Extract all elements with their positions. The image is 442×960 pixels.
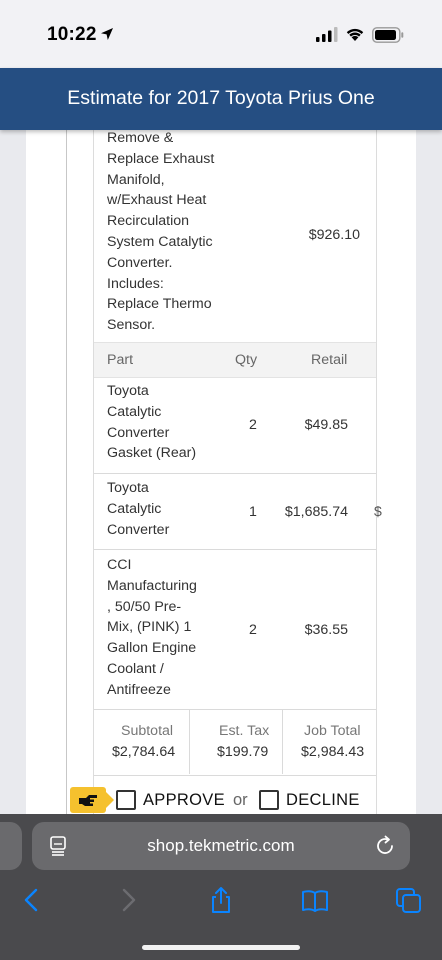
subtotal-label: Subtotal [121,723,174,739]
part-name: CCI [107,557,132,573]
part-retail: $1,685.74 [284,504,348,520]
share-icon[interactable] [207,886,235,914]
totals-divider [282,710,283,774]
divider [66,130,67,814]
labor-line: Converter. [107,254,173,271]
table-row: CCI Manufacturing , 50/50 Pre- Mix, (PIN… [107,555,219,701]
part-name: Catalytic [107,403,162,420]
estimate-content[interactable]: Remove & Replace Exhaust Manifold, w/Exh… [0,130,442,814]
part-name: Mix, (PINK) 1 [107,619,192,636]
part-name: Gasket (Rear) [107,445,197,462]
or-label: or [233,791,248,809]
labor-line: w/Exhaust Heat [107,192,207,209]
tabs-icon[interactable] [395,886,423,914]
labor-line: Recirculation [107,213,190,230]
header-part: Part [107,352,134,368]
part-name: Coolant / [107,660,164,677]
part-retail: $49.85 [304,417,348,433]
table-row: Toyota Catalytic Converter [107,478,219,540]
status-time: 10:22 [47,24,97,45]
previous-tab-preview[interactable] [0,822,22,870]
status-bar: 10:22 [0,0,442,68]
part-name: Toyota [107,480,149,496]
reload-icon[interactable] [374,835,396,857]
back-icon[interactable] [18,886,46,914]
part-name: Gallon Engine [107,640,197,657]
part-name: Catalytic [107,500,162,517]
header-qty: Qty [235,352,258,368]
labor-line: Replace Exhaust [107,150,215,167]
labor-line: Includes: [107,275,164,292]
part-name: Converter [107,521,170,538]
approve-checkbox[interactable] [116,790,136,810]
labor-line: Remove & [107,130,174,146]
labor-price: $926.10 [308,227,360,243]
labor-line: Replace Thermo [107,296,212,313]
header-retail: Retail [311,352,348,368]
tax-label: Est. Tax [219,723,270,739]
part-name: Manufacturing [107,577,197,594]
part-name: , 50/50 Pre- [107,598,182,615]
forward-icon[interactable] [114,886,142,914]
table-row: Toyota Catalytic Converter Gasket (Rear) [107,381,219,464]
pointing-hand-icon [79,795,97,806]
app-header: Estimate for 2017 Toyota Prius One [0,68,442,130]
row-divider [94,473,376,474]
part-name: Converter [107,424,170,441]
row-divider [94,549,376,550]
part-qty: 2 [249,622,257,638]
parts-table-header: Part Qty Retail [94,342,376,378]
approve-label[interactable]: APPROVE [143,791,225,810]
labor-line: Sensor. [107,317,156,334]
part-name: Toyota [107,383,149,399]
page-title: Estimate for 2017 Toyota Prius One [67,87,375,109]
url-text[interactable]: shop.tekmetric.com [32,836,410,856]
part-qty: 1 [249,504,257,520]
action-indicator [70,787,114,813]
battery-icon [372,27,404,43]
bookmarks-icon[interactable] [301,886,329,914]
tax-value: $199.79 [217,744,269,760]
totals-divider [189,710,190,774]
labor-line: System Catalytic [107,233,213,250]
wifi-icon [346,28,364,41]
address-bar[interactable]: shop.tekmetric.com [32,822,410,870]
job-total-value: $2,984.43 [301,744,365,760]
row-divider [94,709,376,710]
approval-row: APPROVE or DECLINE [0,775,442,814]
clipped-total: $ [374,503,382,519]
decline-label[interactable]: DECLINE [286,791,360,810]
home-indicator [142,945,300,950]
subtotal-value: $2,784.64 [112,744,176,760]
part-name: Antifreeze [107,681,171,698]
decline-checkbox[interactable] [259,790,279,810]
location-arrow-icon [101,28,113,40]
labor-description: Remove & Replace Exhaust Manifold, w/Exh… [107,130,227,336]
browser-toolbar [0,876,442,960]
part-qty: 2 [249,417,257,433]
labor-line: Manifold, [107,171,165,188]
part-retail: $36.55 [304,622,348,638]
job-total-label: Job Total [304,723,361,739]
cellular-signal-icon [316,27,338,42]
